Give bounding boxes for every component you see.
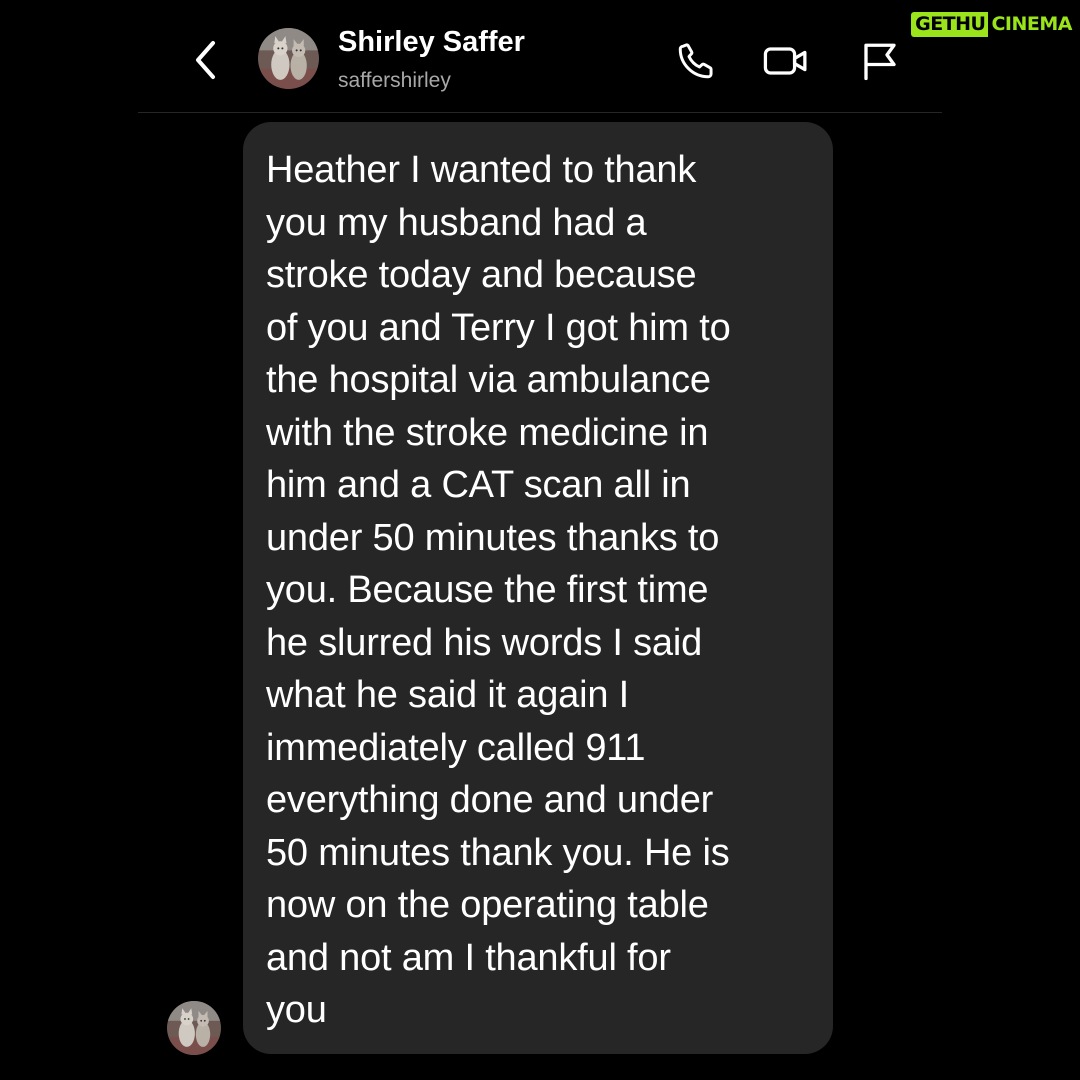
watermark-right-text: CINEMA — [991, 13, 1072, 35]
message-line: he slurred his words I said — [266, 621, 703, 664]
message-line: the hospital via ambulance — [266, 359, 711, 401]
message-text: Heather I wanted to thank you my husband… — [266, 144, 813, 1037]
message-line: 50 minutes thank you. He is — [266, 831, 730, 874]
message-line: immediately called 911 — [266, 726, 646, 769]
contact-name[interactable]: Shirley Saffer — [338, 26, 525, 59]
message-line: stroke today and because — [266, 254, 697, 296]
message-line: what he said it again I — [266, 674, 629, 716]
message-line: Heather I wanted to thank — [266, 149, 697, 191]
report-button[interactable] — [856, 38, 904, 84]
message-line: of you and Terry I got him to — [266, 306, 731, 349]
message-line: with the stroke medicine in — [266, 411, 709, 454]
message-bubble[interactable]: Heather I wanted to thank you my husband… — [243, 122, 833, 1054]
message-line: you my husband had a — [266, 201, 647, 244]
message-line: you — [266, 989, 327, 1031]
flag-icon — [864, 43, 896, 81]
chevron-left-icon — [196, 41, 215, 79]
message-line: him and a CAT scan all in — [266, 464, 691, 506]
message-line: you. Because the first time — [266, 569, 709, 611]
contact-handle[interactable]: saffershirley — [338, 69, 451, 93]
sender-avatar[interactable] — [167, 1001, 221, 1055]
message-line: and not am I thankful for — [266, 936, 671, 979]
call-button[interactable] — [672, 38, 720, 84]
message-line: everything done and under — [266, 779, 714, 821]
back-button[interactable] — [190, 38, 222, 82]
chat-header: Shirley Saffer saffershirley — [138, 0, 942, 113]
message-line: now on the operating table — [266, 884, 709, 926]
contact-avatar[interactable] — [258, 28, 319, 89]
video-call-button[interactable] — [762, 38, 810, 84]
cats-photo-icon — [258, 28, 319, 89]
message-line: under 50 minutes thanks to — [266, 516, 720, 559]
video-camera-icon — [763, 47, 807, 75]
cats-photo-icon — [167, 1001, 221, 1055]
phone-icon — [678, 43, 713, 79]
